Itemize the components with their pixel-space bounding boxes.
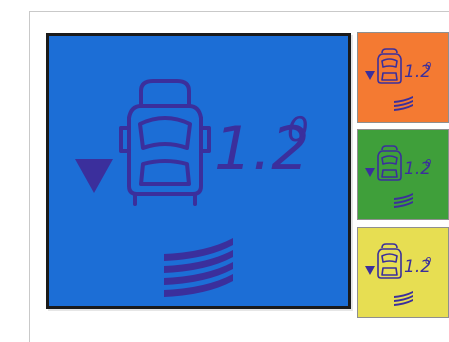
tile-yellow[interactable]: 1.2 0 <box>357 227 449 318</box>
tile-unit: 0 <box>425 158 431 169</box>
arrow-down-icon <box>75 159 113 193</box>
car-top-view-icon <box>119 79 211 206</box>
tile-graphic: 1.2 0 <box>365 243 431 306</box>
level-bars-icon <box>394 291 413 306</box>
arrow-down-icon <box>365 266 375 275</box>
tile-green[interactable]: 1.2 0 <box>357 129 449 220</box>
tile-graphic: 1.2 0 <box>365 145 431 208</box>
level-bars-icon <box>164 238 233 297</box>
tile-unit: 0 <box>425 256 431 267</box>
level-bars-icon <box>394 193 413 208</box>
tile-unit: 0 <box>425 61 431 72</box>
arrow-down-icon <box>365 71 375 80</box>
level-bars-icon <box>394 96 413 111</box>
car-top-view-icon <box>377 48 402 84</box>
tile-orange[interactable]: 1.2 0 <box>357 32 449 123</box>
main-display-graphic: 1.2 0 <box>75 79 309 297</box>
main-unit: 0 <box>287 110 309 150</box>
main-display-panel[interactable]: 1.2 0 <box>46 33 351 309</box>
tile-graphic: 1.2 0 <box>365 48 431 111</box>
car-top-view-icon <box>377 145 402 181</box>
car-top-view-icon <box>377 243 402 279</box>
arrow-down-icon <box>365 168 375 177</box>
